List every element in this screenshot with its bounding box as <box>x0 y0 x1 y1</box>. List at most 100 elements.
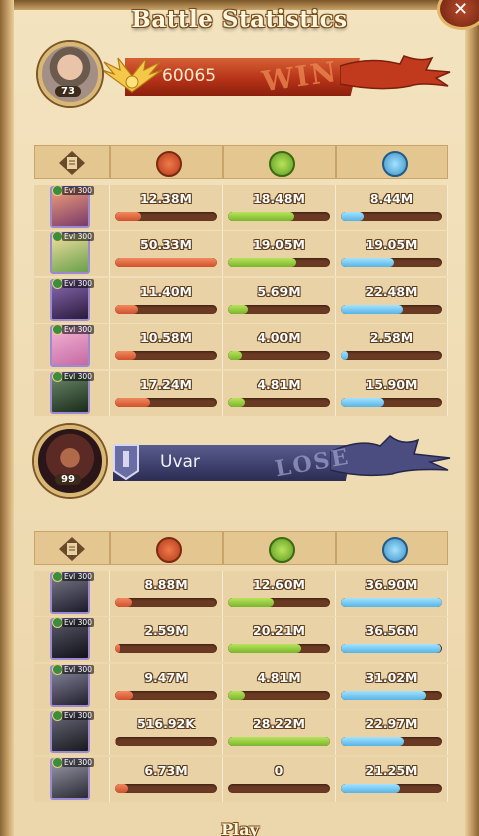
bar-fill <box>115 690 134 700</box>
healing-value: 4.81M <box>257 376 301 392</box>
heal-icon <box>269 151 295 177</box>
bar-fill <box>341 304 403 314</box>
damage-value: 50.33M <box>140 237 192 253</box>
damage-column-header <box>110 531 223 565</box>
healing-value: 20.21M <box>253 623 305 639</box>
damage-icon <box>156 537 182 563</box>
hero-row: Evl 300 50.33M 19.05M 19.05M <box>34 231 448 277</box>
damage-taken-value: 22.48M <box>365 283 418 299</box>
healing-bar <box>228 258 330 268</box>
damage-taken-value: 31.02M <box>365 669 418 685</box>
damage-taken-cell: 22.48M <box>336 277 448 323</box>
bar-fill <box>228 598 274 607</box>
hero-row: Evl 300 9.47M 4.81M 31.02M <box>34 663 448 710</box>
damage-taken-cell: 8.44M <box>336 185 448 230</box>
hero-column-header <box>34 145 110 179</box>
document-icon <box>59 537 85 561</box>
healing-value: 4.00M <box>257 330 301 346</box>
healing-bar <box>228 783 330 793</box>
damage-value: 9.47M <box>144 669 188 685</box>
damage-bar <box>115 644 217 654</box>
damage-bar <box>115 304 217 314</box>
bar-fill <box>341 351 349 361</box>
healing-cell: 28.22M <box>223 710 336 756</box>
victory-wings-icon <box>101 57 163 93</box>
close-icon: ✕ <box>453 0 469 20</box>
damage-icon <box>156 151 182 177</box>
hero-column-header <box>34 531 110 565</box>
healing-bar <box>228 737 330 747</box>
damage-cell: 17.24M <box>110 370 223 416</box>
table-header <box>34 531 448 567</box>
damage-taken-value: 15.90M <box>365 376 418 392</box>
play-button[interactable]: Play <box>200 820 280 836</box>
damage-value: 12.38M <box>140 191 192 206</box>
document-icon <box>59 151 85 175</box>
damage-value: 2.59M <box>144 623 188 639</box>
damage-taken-bar <box>341 212 442 221</box>
damage-bar <box>115 737 217 747</box>
damage-taken-cell: 15.90M <box>336 370 448 416</box>
healing-cell: 4.81M <box>223 370 336 416</box>
damage-taken-bar <box>341 397 442 407</box>
damage-cell: 10.58M <box>110 324 223 370</box>
bar-fill <box>341 397 385 407</box>
damage-taken-bar <box>341 598 442 607</box>
enemy-avatar[interactable] <box>34 425 106 497</box>
win-flag-icon <box>340 55 451 90</box>
damage-cell: 12.38M <box>110 185 223 230</box>
healing-value: 12.60M <box>253 577 305 592</box>
damage-cell: 11.40M <box>110 277 223 323</box>
healing-value: 18.48M <box>253 191 305 206</box>
bar-fill <box>228 304 249 314</box>
damage-taken-cell: 31.02M <box>336 663 448 709</box>
damage-value: 8.88M <box>144 577 188 592</box>
hero-row: Evl 300 8.88M 12.60M 36.90M <box>34 571 448 617</box>
evolution-badge: Evl 300 <box>62 664 94 674</box>
bar-fill <box>341 258 394 268</box>
bar-fill <box>228 397 246 407</box>
damage-taken-cell: 19.05M <box>336 231 448 277</box>
heal-icon <box>269 537 295 563</box>
damage-bar <box>115 397 217 407</box>
damage-bar <box>115 783 217 793</box>
damage-taken-bar <box>341 304 442 314</box>
healing-cell: 4.00M <box>223 324 336 370</box>
bar-fill <box>341 644 441 654</box>
bar-fill <box>228 737 330 747</box>
healing-value: 5.69M <box>257 283 301 299</box>
hero-cell: Evl 300 <box>34 663 110 709</box>
damage-bar <box>115 598 217 607</box>
hero-cell: Evl 300 <box>34 277 110 323</box>
damage-taken-bar <box>341 737 442 747</box>
hero-cell: Evl 300 <box>34 617 110 663</box>
healing-bar <box>228 304 330 314</box>
damage-taken-cell: 22.97M <box>336 710 448 756</box>
bar-fill <box>228 258 297 268</box>
healing-bar <box>228 212 330 221</box>
healing-cell: 0 <box>223 756 336 802</box>
healing-bar <box>228 397 330 407</box>
healing-bar <box>228 598 330 607</box>
damage-taken-bar <box>341 783 442 793</box>
evolution-badge: Evl 300 <box>62 757 94 767</box>
evolution-badge: Evl 300 <box>62 371 94 381</box>
damage-bar <box>115 212 217 221</box>
damage-column-header <box>110 145 223 179</box>
shield-icon <box>382 537 408 563</box>
enemy-name: Uvar <box>160 452 200 472</box>
damage-taken-value: 36.90M <box>365 577 418 592</box>
hero-cell: Evl 300 <box>34 756 110 802</box>
hero-row: Evl 300 10.58M 4.00M 2.58M <box>34 324 448 370</box>
bar-fill <box>341 598 442 607</box>
bar-fill <box>228 351 243 361</box>
damage-taken-bar <box>341 690 442 700</box>
damage-taken-value: 19.05M <box>365 237 418 253</box>
damage-bar <box>115 351 217 361</box>
damage-taken-bar <box>341 351 442 361</box>
shield-icon <box>382 151 408 177</box>
healing-cell: 12.60M <box>223 571 336 616</box>
bar-fill <box>115 644 121 654</box>
healing-column-header <box>223 531 336 565</box>
evolution-badge: Evl 300 <box>62 572 94 581</box>
